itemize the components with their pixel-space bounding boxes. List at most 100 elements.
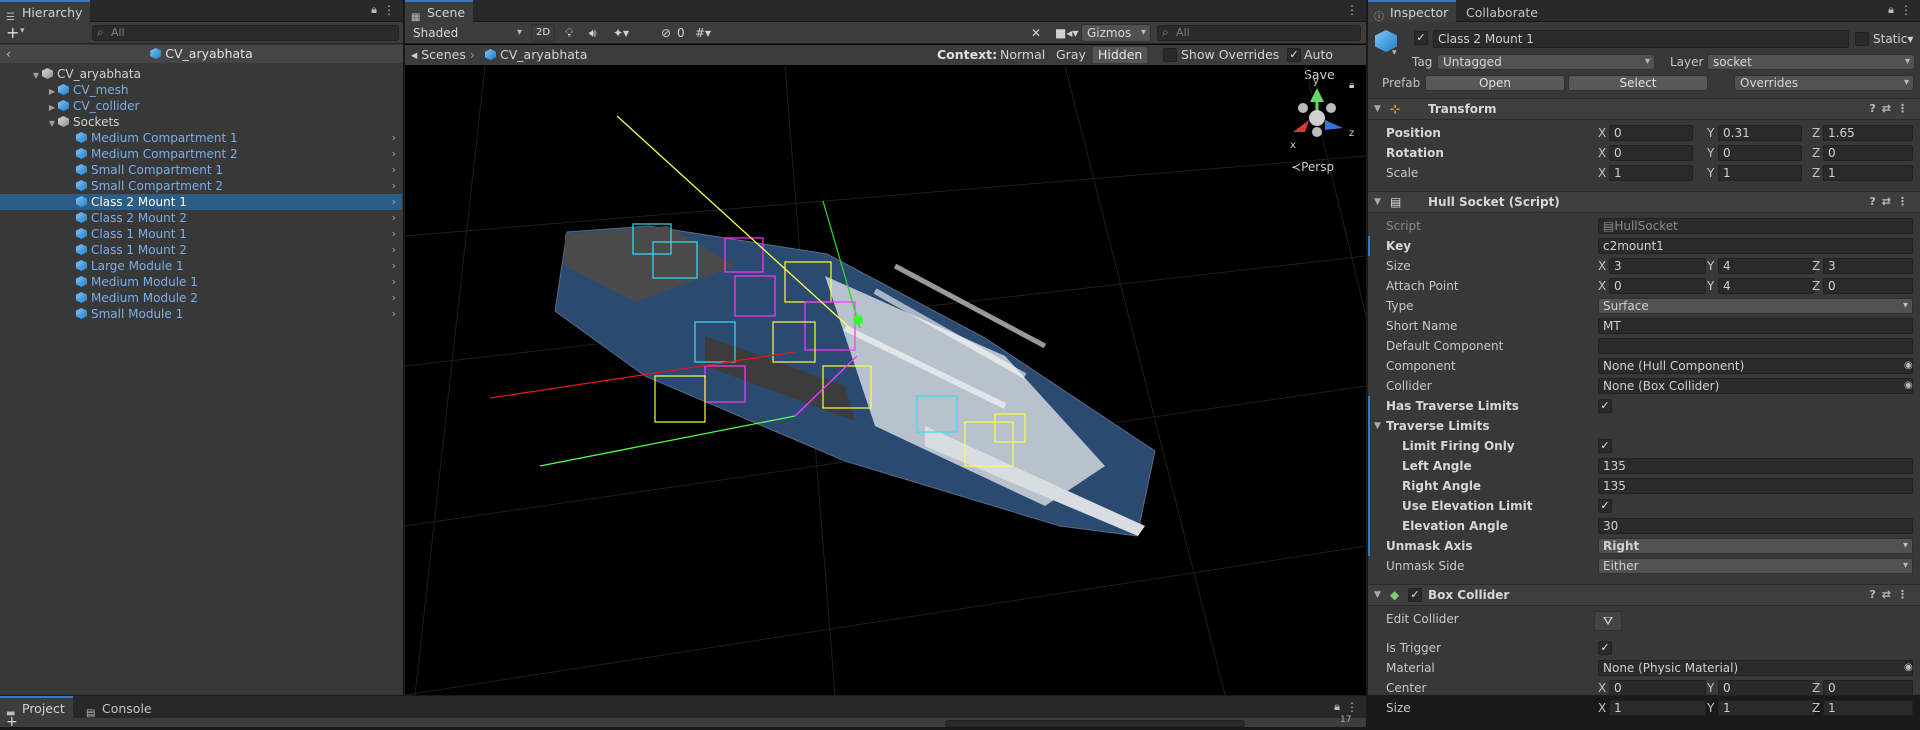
persp-label[interactable]: ≺Persp bbox=[1291, 160, 1334, 174]
traverse-limits-row[interactable]: ▼ Traverse Limits bbox=[1368, 416, 1920, 436]
tab-collaborate[interactable]: Collaborate bbox=[1458, 0, 1546, 22]
left-angle-field[interactable]: 135 bbox=[1598, 458, 1913, 474]
chevron-right-icon[interactable]: › bbox=[392, 242, 396, 258]
gizmos-dropdown[interactable]: Gizmos bbox=[1081, 24, 1151, 42]
tab-hierarchy[interactable]: ☰ Hierarchy bbox=[0, 0, 91, 23]
grid-toggle-icon[interactable]: #▾ bbox=[691, 24, 715, 42]
hierarchy-item-socket[interactable]: Medium Compartment 1 › bbox=[0, 130, 402, 146]
type-dropdown[interactable]: Surface bbox=[1598, 298, 1913, 314]
elevation-angle-field[interactable]: 30 bbox=[1598, 518, 1913, 534]
hierarchy-item-socket[interactable]: Class 1 Mount 2 › bbox=[0, 242, 402, 258]
transform-header[interactable]: ▼ ⊹ Transform ?⇄⋮ bbox=[1368, 98, 1920, 120]
component-header-icons[interactable]: ?⇄⋮ bbox=[1869, 192, 1914, 212]
scale-y-field[interactable]: 1 bbox=[1718, 165, 1802, 181]
component-header-icons[interactable]: ?⇄⋮ bbox=[1869, 99, 1914, 119]
audio-icon[interactable]: 🔊︎ bbox=[585, 24, 601, 42]
lighting-icon[interactable]: 💡︎ bbox=[561, 24, 577, 42]
box-collider-enabled-checkbox[interactable]: ✓ bbox=[1408, 588, 1422, 602]
default-component-field[interactable] bbox=[1598, 338, 1913, 354]
breadcrumb-scenes[interactable]: ◂ Scenes › bbox=[411, 45, 475, 65]
more-menu-icon[interactable]: ⋮ bbox=[383, 3, 395, 17]
active-checkbox[interactable]: ✓ bbox=[1414, 31, 1428, 45]
attach-y-field[interactable]: 4 bbox=[1718, 278, 1815, 294]
hierarchy-item-socket[interactable]: Small Compartment 2 › bbox=[0, 178, 402, 194]
icon-dropdown-icon[interactable]: ▾ bbox=[1392, 48, 1397, 58]
lock-icon[interactable]: 🔒︎ bbox=[1888, 3, 1894, 17]
tag-dropdown[interactable]: Untagged bbox=[1437, 54, 1655, 70]
center-y-field[interactable]: 0 bbox=[1718, 680, 1815, 696]
prefab-overrides-dropdown[interactable]: Overrides bbox=[1734, 75, 1914, 91]
tab-scene[interactable]: ▦ Scene bbox=[405, 0, 474, 23]
chevron-right-icon[interactable]: › bbox=[392, 146, 396, 162]
object-name-field[interactable]: Class 2 Mount 1 bbox=[1433, 30, 1849, 48]
hierarchy-item-socket[interactable]: Class 2 Mount 2 › bbox=[0, 210, 402, 226]
unmask-side-dropdown[interactable]: Either bbox=[1598, 558, 1913, 574]
orientation-gizmo[interactable]: y z x 🔒︎ bbox=[1290, 76, 1354, 151]
static-checkbox[interactable] bbox=[1855, 32, 1869, 46]
camera-icon[interactable]: ■◂▾ bbox=[1051, 24, 1082, 42]
lock-icon[interactable]: 🔒︎ bbox=[1334, 700, 1340, 714]
hierarchy-item-sockets[interactable]: ▼ Sockets bbox=[0, 114, 402, 130]
box-size-y-field[interactable]: 1 bbox=[1718, 700, 1815, 716]
chevron-right-icon[interactable]: › bbox=[392, 130, 396, 146]
layer-dropdown[interactable]: socket bbox=[1707, 54, 1915, 70]
back-arrow-icon[interactable]: ‹ bbox=[6, 45, 11, 63]
lock-icon[interactable]: 🔒︎ bbox=[371, 3, 377, 17]
position-z-field[interactable]: 1.65 bbox=[1823, 125, 1913, 141]
scene-viewport[interactable]: y z x 🔒︎ bbox=[405, 66, 1366, 695]
is-trigger-checkbox[interactable]: ✓ bbox=[1598, 641, 1612, 655]
prefab-select-button[interactable]: Select bbox=[1568, 75, 1708, 91]
more-menu-icon[interactable]: ⋮ bbox=[1900, 3, 1912, 17]
box-size-z-field[interactable]: 1 bbox=[1823, 700, 1913, 716]
hierarchy-item-socket[interactable]: Large Module 1 › bbox=[0, 258, 402, 274]
hierarchy-item-socket[interactable]: Medium Compartment 2 › bbox=[0, 146, 402, 162]
context-hidden-button[interactable]: Hidden bbox=[1093, 47, 1148, 63]
center-x-field[interactable]: 0 bbox=[1609, 680, 1706, 696]
static-label[interactable]: Static▾ bbox=[1873, 32, 1913, 46]
size-x-field[interactable]: 3 bbox=[1609, 258, 1706, 274]
scale-x-field[interactable]: 1 bbox=[1609, 165, 1693, 181]
breadcrumb-prefab[interactable]: CV_aryabhata bbox=[485, 45, 587, 65]
chevron-right-icon[interactable]: › bbox=[392, 162, 396, 178]
chevron-right-icon[interactable]: › bbox=[392, 210, 396, 226]
fold-open-icon[interactable]: ▼ bbox=[1374, 192, 1381, 212]
chevron-right-icon[interactable]: › bbox=[392, 226, 396, 242]
collider-field[interactable]: None (Box Collider) bbox=[1598, 378, 1913, 394]
attach-x-field[interactable]: 0 bbox=[1609, 278, 1706, 294]
object-picker-icon[interactable]: ◉ bbox=[1904, 658, 1913, 678]
fold-open-icon[interactable]: ▼ bbox=[1374, 99, 1381, 119]
position-x-field[interactable]: 0 bbox=[1609, 125, 1693, 141]
rotation-y-field[interactable]: 0 bbox=[1718, 145, 1802, 161]
object-picker-icon[interactable]: ◉ bbox=[1904, 356, 1913, 376]
attach-z-field[interactable]: 0 bbox=[1823, 278, 1913, 294]
show-overrides-checkbox[interactable] bbox=[1163, 48, 1177, 62]
use-elevation-checkbox[interactable]: ✓ bbox=[1598, 499, 1612, 513]
position-y-field[interactable]: 0.31 bbox=[1718, 125, 1802, 141]
add-icon[interactable]: + bbox=[6, 23, 19, 42]
gizmo-lock-icon[interactable]: 🔒︎ bbox=[1349, 80, 1354, 91]
short-name-field[interactable]: MT bbox=[1598, 318, 1913, 334]
shading-mode-dropdown[interactable]: Shaded bbox=[407, 24, 527, 42]
size-y-field[interactable]: 4 bbox=[1718, 258, 1815, 274]
tab-console[interactable]: ▤ Console bbox=[80, 696, 160, 719]
add-icon[interactable]: + bbox=[6, 714, 18, 730]
tab-inspector[interactable]: ⓘ Inspector bbox=[1368, 0, 1457, 23]
scale-z-field[interactable]: 1 bbox=[1823, 165, 1913, 181]
object-picker-icon[interactable]: ◉ bbox=[1904, 376, 1913, 396]
rotation-z-field[interactable]: 0 bbox=[1823, 145, 1913, 161]
scene-search-input[interactable]: All bbox=[1157, 25, 1361, 41]
more-menu-icon[interactable]: ⋮ bbox=[1346, 3, 1358, 17]
right-angle-field[interactable]: 135 bbox=[1598, 478, 1913, 494]
key-field[interactable]: c2mount1 bbox=[1598, 238, 1913, 254]
rotation-x-field[interactable]: 0 bbox=[1609, 145, 1693, 161]
hierarchy-item-cv-mesh[interactable]: ▶ CV_mesh bbox=[0, 82, 402, 98]
project-search-input[interactable] bbox=[945, 720, 1245, 727]
chevron-right-icon[interactable]: › bbox=[392, 306, 396, 322]
chevron-right-icon[interactable]: › bbox=[392, 194, 396, 210]
tools-icon[interactable]: ✕ bbox=[1027, 24, 1045, 42]
chevron-right-icon[interactable]: › bbox=[392, 178, 396, 194]
context-normal-button[interactable]: Normal bbox=[1000, 45, 1045, 65]
add-dropdown-icon[interactable]: ▾ bbox=[20, 26, 25, 36]
more-menu-icon[interactable]: ⋮ bbox=[1346, 700, 1358, 714]
context-gray-button[interactable]: Gray bbox=[1056, 45, 1086, 65]
